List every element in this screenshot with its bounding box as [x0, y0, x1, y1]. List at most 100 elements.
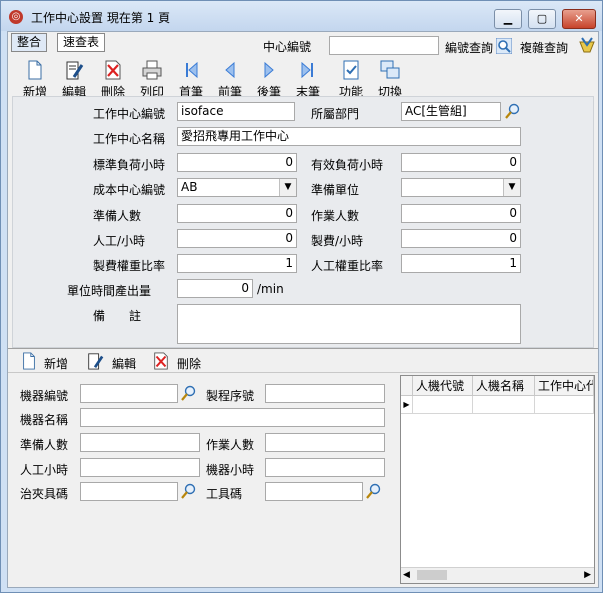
machine-code-input[interactable]: [80, 384, 178, 403]
remark-textarea[interactable]: [177, 304, 521, 344]
fixture-label: 治夾具碼: [20, 487, 69, 501]
prep-unit-select[interactable]: ▼: [401, 178, 521, 197]
tool-input[interactable]: [265, 482, 363, 501]
delete-button[interactable]: 刪除: [94, 60, 132, 99]
code-query-icon[interactable]: [496, 38, 512, 54]
detail-edit-icon[interactable]: [86, 352, 104, 370]
edit-doc-icon: [66, 61, 84, 80]
unit-output-input[interactable]: 0: [177, 279, 253, 298]
close-button[interactable]: ✕: [562, 9, 596, 29]
remark-label: 備 註: [93, 309, 142, 323]
cost-center-label: 成本中心編號: [93, 183, 166, 197]
scroll-left-icon[interactable]: ◀: [403, 570, 410, 580]
labor-hour-input[interactable]: 0: [177, 229, 297, 248]
eff-load-input[interactable]: 0: [401, 153, 521, 172]
fixture-lookup-icon[interactable]: [181, 483, 197, 499]
client-area: 整合 速查表 中心編號 編號查詢 複雜查詢 新增 編輯 刪除 列印 首筆 前筆 …: [7, 31, 599, 588]
detail-edit-button[interactable]: 編輯: [112, 355, 136, 372]
printer-icon: [142, 60, 162, 80]
complex-query-icon[interactable]: [578, 36, 596, 54]
machine-name-input[interactable]: [80, 408, 385, 427]
function-button[interactable]: 功能: [332, 60, 370, 99]
process-no-input[interactable]: [265, 384, 385, 403]
next-record-button[interactable]: 後筆: [250, 60, 288, 99]
grid-cell[interactable]: [535, 396, 594, 414]
print-button[interactable]: 列印: [133, 60, 171, 99]
detail-prep-people-input[interactable]: [80, 433, 200, 452]
scroll-right-icon[interactable]: ▶: [584, 570, 591, 580]
chevron-down-icon[interactable]: ▼: [503, 179, 520, 196]
machine-lookup-icon[interactable]: [181, 385, 197, 401]
prep-people-input[interactable]: 0: [177, 204, 297, 223]
complex-query-label[interactable]: 複雜查詢: [520, 39, 568, 56]
detail-new-button[interactable]: 新增: [44, 355, 68, 372]
prev-record-button[interactable]: 前筆: [211, 60, 249, 99]
cost-center-select[interactable]: AB ▼: [177, 178, 297, 197]
unit-output-unit: /min: [257, 282, 284, 296]
std-load-input[interactable]: 0: [177, 153, 297, 172]
detail-divider: [8, 372, 598, 373]
prep-unit-label: 準備單位: [311, 183, 360, 197]
app-logo-icon: ◎: [9, 10, 23, 24]
dept-lookup-icon[interactable]: [505, 103, 521, 119]
grid-header-work-center[interactable]: 工作中心代: [535, 376, 594, 396]
chevron-down-icon[interactable]: ▼: [279, 179, 296, 196]
switch-windows-icon: [380, 60, 400, 79]
main-window: ◎ 工作中心設置 現在第 1 頁 ▁ ▢ ✕ 整合 速查表 中心編號 編號查詢 …: [0, 0, 603, 593]
machine-grid[interactable]: 人機代號 人機名稱 工作中心代 ▶ ◀ ▶: [400, 375, 595, 584]
last-record-button[interactable]: 末筆: [289, 60, 327, 99]
edit-button[interactable]: 編輯: [55, 60, 93, 99]
tab-integrated[interactable]: 整合: [11, 33, 48, 52]
new-button[interactable]: 新增: [16, 60, 54, 99]
maximize-button[interactable]: ▢: [528, 9, 556, 29]
first-record-icon: [186, 61, 198, 79]
last-record-icon: [301, 61, 313, 79]
next-record-icon: [264, 61, 274, 79]
title-bar[interactable]: ◎ 工作中心設置 現在第 1 頁 ▁ ▢ ✕: [1, 1, 602, 31]
labor-hours-input[interactable]: [80, 458, 200, 477]
first-record-button[interactable]: 首筆: [172, 60, 210, 99]
tab-quick-lookup[interactable]: 速查表: [57, 33, 106, 52]
row-indicator-icon: ▶: [401, 396, 413, 414]
prep-people-label: 準備人數: [93, 209, 142, 223]
fixture-input[interactable]: [80, 482, 178, 501]
detail-new-icon[interactable]: [20, 352, 38, 370]
grid-cell[interactable]: [473, 396, 535, 414]
prev-record-icon: [225, 61, 235, 79]
grid-corner: [401, 376, 413, 396]
grid-horizontal-scrollbar[interactable]: ◀ ▶: [401, 567, 594, 583]
tool-lookup-icon[interactable]: [366, 483, 382, 499]
master-form-panel: 工作中心編號 isoface 所屬部門 AC[生管組] 工作中心名稱 愛招飛專用…: [12, 96, 594, 348]
mfg-hour-input[interactable]: 0: [401, 229, 521, 248]
mfg-hour-label: 製費/小時: [311, 234, 364, 248]
code-query-label[interactable]: 編號查詢: [445, 39, 493, 56]
scroll-thumb[interactable]: [417, 570, 447, 580]
eff-load-label: 有效負荷小時: [311, 158, 384, 172]
machine-hours-input[interactable]: [265, 458, 385, 477]
labor-weight-label: 人工權重比率: [311, 259, 384, 273]
grid-cell[interactable]: [413, 396, 473, 414]
detail-work-people-input[interactable]: [265, 433, 385, 452]
machine-hours-label: 機器小時: [206, 463, 255, 477]
work-people-input[interactable]: 0: [401, 204, 521, 223]
detail-prep-people-label: 準備人數: [20, 438, 69, 452]
minimize-button[interactable]: ▁: [494, 9, 522, 29]
detail-delete-icon[interactable]: [152, 352, 170, 370]
grid-header-machine-name[interactable]: 人機名稱: [473, 376, 535, 396]
grid-header-machine-code[interactable]: 人機代號: [413, 376, 473, 396]
unit-output-label: 單位時間產出量: [67, 284, 152, 298]
mfg-weight-input[interactable]: 1: [177, 254, 297, 273]
wc-code-input[interactable]: isoface: [177, 102, 295, 121]
center-code-search-input[interactable]: [329, 36, 439, 55]
machine-code-label: 機器編號: [20, 389, 69, 403]
detail-delete-button[interactable]: 刪除: [177, 355, 201, 372]
detail-work-people-label: 作業人數: [206, 438, 255, 452]
wc-code-label: 工作中心編號: [93, 107, 166, 121]
labor-weight-input[interactable]: 1: [401, 254, 521, 273]
wc-name-label: 工作中心名稱: [93, 132, 166, 146]
delete-icon: [105, 60, 121, 80]
wc-name-input[interactable]: 愛招飛專用工作中心: [177, 127, 521, 146]
dept-input[interactable]: AC[生管組]: [401, 102, 501, 121]
switch-button[interactable]: 切換: [371, 60, 409, 99]
labor-hours-label: 人工小時: [20, 463, 69, 477]
